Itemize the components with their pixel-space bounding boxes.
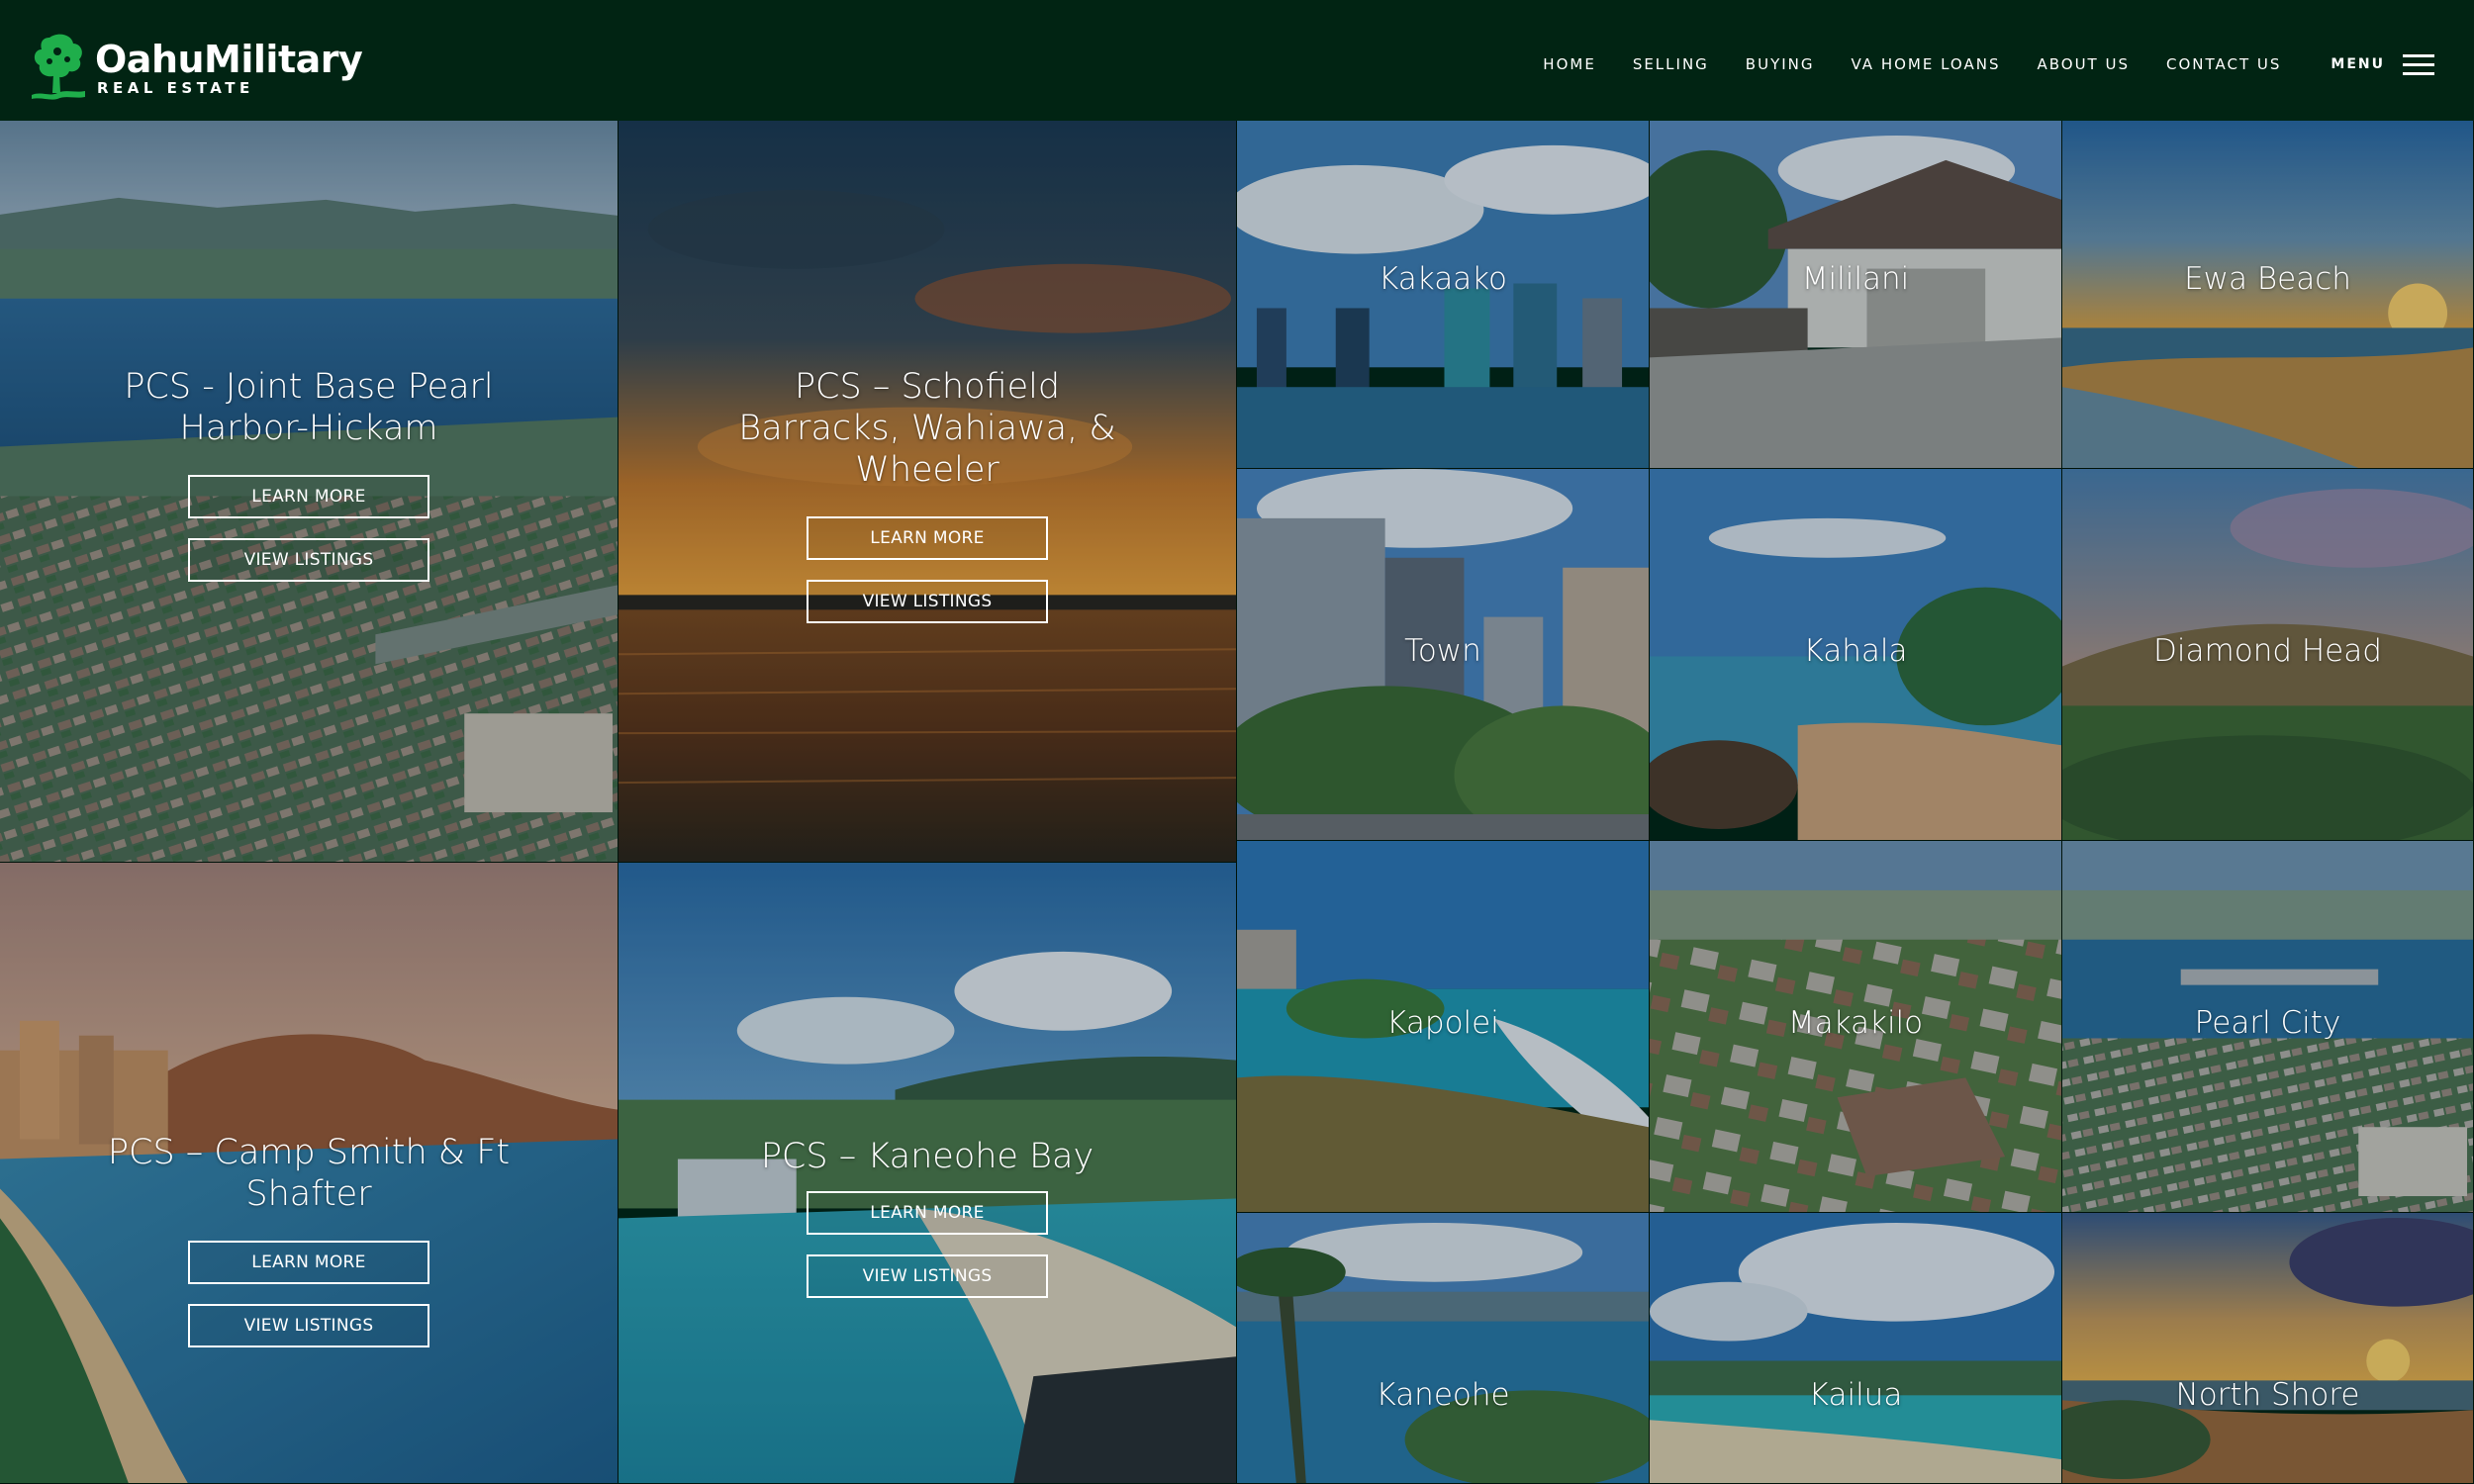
neighborhood-tile-kailua[interactable]: Kailua [1650, 1213, 2062, 1484]
hawaiian-islands-tree-icon [32, 34, 85, 100]
menu-label: MENU [2331, 56, 2385, 72]
neighborhood-title: Kakaako [1379, 261, 1507, 297]
neighborhood-tile-ewa-beach[interactable]: Ewa Beach [2062, 121, 2474, 469]
view-listings-button[interactable]: VIEW LISTINGS [807, 580, 1048, 623]
neighborhood-title: Ewa Beach [2184, 261, 2351, 297]
neighborhood-tile-pearl-city[interactable]: Pearl City [2062, 841, 2474, 1213]
base-title: PCS - Joint Base Pearl Harbor-Hickam [124, 367, 494, 448]
site-logo[interactable]: OahuMilitary REAL ESTATE [28, 32, 363, 101]
view-listings-button[interactable]: VIEW LISTINGS [188, 1304, 429, 1347]
view-listings-button[interactable]: VIEW LISTINGS [188, 538, 429, 582]
neighborhood-tile-north-shore[interactable]: North Shore [2062, 1213, 2474, 1484]
menu-button[interactable]: MENU [2331, 52, 2434, 76]
site-header: OahuMilitary REAL ESTATE HOME SELLING BU… [0, 0, 2474, 121]
base-tile-kaneohe-bay[interactable]: PCS – Kaneohe Bay LEARN MORE VIEW LISTIN… [618, 863, 1237, 1484]
learn-more-button[interactable]: LEARN MORE [807, 516, 1048, 560]
base-tile-schofield-barracks[interactable]: PCS – Schofield Barracks, Wahiawa, & Whe… [618, 121, 1237, 863]
learn-more-button[interactable]: LEARN MORE [807, 1191, 1048, 1235]
nav-home[interactable]: HOME [1543, 55, 1596, 73]
nav-contact-us[interactable]: CONTACT US [2166, 55, 2281, 73]
neighborhood-title: Pearl City [2194, 1005, 2341, 1041]
neighborhood-title: North Shore [2175, 1377, 2360, 1413]
base-title: PCS – Camp Smith & Ft Shafter [107, 1133, 511, 1214]
neighborhood-tile-town[interactable]: Town [1237, 469, 1650, 841]
neighborhood-title: Kaneohe [1376, 1377, 1510, 1413]
neighborhood-title: Kailua [1808, 1377, 1903, 1413]
learn-more-button[interactable]: LEARN MORE [188, 1241, 429, 1284]
base-tile-camp-smith[interactable]: PCS – Camp Smith & Ft Shafter LEARN MORE… [0, 863, 618, 1484]
neighborhood-title: Diamond Head [2153, 633, 2382, 669]
nav-selling[interactable]: SELLING [1633, 55, 1709, 73]
brand-name: OahuMilitary [95, 38, 363, 81]
neighborhood-title: Kahala [1803, 633, 1908, 669]
view-listings-button[interactable]: VIEW LISTINGS [807, 1254, 1048, 1298]
neighborhood-title: Mililani [1801, 261, 1910, 297]
hamburger-icon [2403, 52, 2434, 76]
base-title: PCS – Kaneohe Bay [760, 1137, 1094, 1176]
neighborhood-tile-kaneohe[interactable]: Kaneohe [1237, 1213, 1650, 1484]
neighborhood-tile-diamond-head[interactable]: Diamond Head [2062, 469, 2474, 841]
base-title: PCS – Schofield Barracks, Wahiawa, & Whe… [738, 367, 1116, 490]
neighborhood-tile-makakilo[interactable]: Makakilo [1650, 841, 2062, 1213]
neighborhood-tile-kahala[interactable]: Kahala [1650, 469, 2062, 841]
base-tile-pearl-harbor-hickam[interactable]: PCS - Joint Base Pearl Harbor-Hickam LEA… [0, 121, 618, 863]
neighborhood-tile-kakaako[interactable]: Kakaako [1237, 121, 1650, 469]
brand-subtitle: REAL ESTATE [97, 79, 254, 97]
neighborhood-title: Town [1404, 633, 1481, 669]
nav-about-us[interactable]: ABOUT US [2037, 55, 2130, 73]
nav-buying[interactable]: BUYING [1746, 55, 1815, 73]
learn-more-button[interactable]: LEARN MORE [188, 475, 429, 518]
main-nav: HOME SELLING BUYING VA HOME LOANS ABOUT … [1506, 49, 2434, 79]
neighborhood-title: Makakilo [1787, 1005, 1924, 1041]
neighborhood-title: Kapolei [1386, 1005, 1499, 1041]
nav-va-home-loans[interactable]: VA HOME LOANS [1852, 55, 2001, 73]
neighborhood-tile-mililani[interactable]: Mililani [1650, 121, 2062, 469]
neighborhood-tile-kapolei[interactable]: Kapolei [1237, 841, 1650, 1213]
